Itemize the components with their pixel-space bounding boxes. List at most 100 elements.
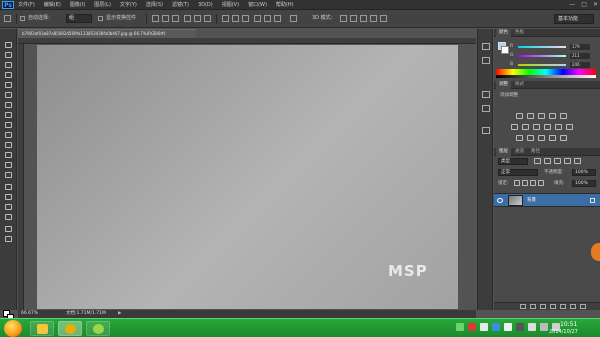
gradient-tool[interactable] — [4, 151, 13, 159]
layer-style-icon[interactable] — [530, 304, 536, 309]
move-tool-icon[interactable] — [4, 15, 11, 22]
vibrance-icon[interactable] — [560, 113, 567, 119]
blend-mode-dropdown[interactable]: 正常 — [498, 169, 538, 176]
align-bottom-icon[interactable] — [172, 15, 179, 22]
distribute-bottom-icon[interactable] — [242, 15, 249, 22]
distribute-right-icon[interactable] — [274, 15, 281, 22]
roll-3d-icon[interactable] — [350, 15, 357, 22]
type-tool[interactable] — [4, 193, 13, 201]
drag-3d-icon[interactable] — [360, 15, 367, 22]
black-white-icon[interactable] — [533, 124, 540, 130]
align-middle-icon[interactable] — [162, 15, 169, 22]
menu-filter[interactable]: 滤镜(T) — [172, 0, 189, 10]
workspace-switcher[interactable]: 基本功能 — [554, 14, 594, 24]
align-right-icon[interactable] — [204, 15, 211, 22]
tray-monitor-icon[interactable] — [540, 323, 548, 331]
slider-blue[interactable]: B 246 — [510, 62, 590, 68]
slider-track[interactable] — [518, 64, 566, 66]
invert-icon[interactable] — [516, 135, 523, 141]
add-mask-icon[interactable] — [540, 304, 546, 309]
lock-pixels-icon[interactable] — [522, 180, 528, 186]
color-lookup-icon[interactable] — [566, 124, 573, 130]
brush-tool[interactable] — [4, 111, 13, 119]
path-select-tool[interactable] — [4, 203, 13, 211]
history-panel-icon[interactable] — [482, 43, 490, 50]
clock-time[interactable]: 10:51 — [560, 321, 577, 328]
tab-color[interactable]: 颜色 — [496, 29, 511, 37]
menu-help[interactable]: 帮助(H) — [276, 0, 294, 10]
blur-tool[interactable] — [4, 161, 13, 169]
menu-3d[interactable]: 3D(D) — [198, 0, 213, 10]
document-tab[interactable]: b7903af03a87e85082d569fa113853436fa0b467… — [18, 29, 196, 38]
tab-styles[interactable]: 样式 — [512, 81, 527, 89]
tray-network-icon[interactable] — [480, 323, 488, 331]
dodge-tool[interactable] — [4, 171, 13, 179]
character-panel-icon[interactable] — [482, 91, 490, 98]
brush-panel-icon[interactable] — [482, 127, 490, 134]
gradient-map-icon[interactable] — [549, 135, 556, 141]
slide-3d-icon[interactable] — [370, 15, 377, 22]
align-top-icon[interactable] — [152, 15, 159, 22]
clone-stamp-tool[interactable] — [4, 121, 13, 129]
curves-icon[interactable] — [538, 113, 545, 119]
selective-color-icon[interactable] — [560, 135, 567, 141]
exposure-icon[interactable] — [549, 113, 556, 119]
distribute-center-icon[interactable] — [264, 15, 271, 22]
slider-value[interactable]: 179 — [570, 44, 590, 50]
distribute-middle-icon[interactable] — [232, 15, 239, 22]
close-button[interactable]: ✕ — [593, 0, 598, 10]
lasso-tool[interactable] — [4, 61, 13, 69]
menu-view[interactable]: 视图(V) — [222, 0, 239, 10]
filter-type-icon[interactable] — [554, 158, 561, 164]
scale-3d-icon[interactable] — [380, 15, 387, 22]
taskbar-app-photoshop[interactable] — [86, 321, 110, 336]
tab-layers[interactable]: 图层 — [496, 148, 511, 156]
start-button[interactable] — [4, 320, 22, 337]
lock-all-icon[interactable] — [538, 180, 544, 186]
tray-flag-icon[interactable] — [528, 323, 536, 331]
new-adjustment-icon[interactable] — [550, 304, 556, 309]
menu-type[interactable]: 文字(Y) — [120, 0, 137, 10]
hand-tool[interactable] — [4, 225, 13, 233]
slider-track[interactable] — [518, 46, 566, 48]
tray-security-icon[interactable] — [468, 323, 476, 331]
layer-filter-dropdown[interactable]: 类型 — [498, 158, 528, 165]
status-menu-arrow-icon[interactable]: ▶ — [118, 310, 121, 318]
photo-filter-icon[interactable] — [544, 124, 551, 130]
layer-name[interactable]: 背景 — [527, 197, 536, 204]
slider-track[interactable] — [518, 55, 566, 57]
align-left-icon[interactable] — [184, 15, 191, 22]
visibility-eye-icon[interactable] — [497, 198, 503, 203]
delete-layer-icon[interactable] — [580, 304, 586, 309]
brightness-contrast-icon[interactable] — [516, 113, 523, 119]
auto-select-checkbox[interactable] — [20, 16, 25, 21]
floating-assistant-icon[interactable] — [591, 243, 600, 261]
show-transform-checkbox[interactable] — [98, 16, 103, 21]
taskbar-app-browser[interactable] — [58, 321, 82, 336]
auto-select-dropdown[interactable]: 组 — [66, 14, 92, 23]
zoom-level[interactable]: 66.67% — [21, 310, 38, 318]
levels-icon[interactable] — [527, 113, 534, 119]
menu-layer[interactable]: 图层(L) — [94, 0, 111, 10]
new-group-icon[interactable] — [560, 304, 566, 309]
marquee-tool[interactable] — [4, 51, 13, 59]
zoom-tool[interactable] — [4, 235, 13, 243]
crop-tool[interactable] — [4, 81, 13, 89]
channel-mixer-icon[interactable] — [555, 124, 562, 130]
link-layers-icon[interactable] — [520, 304, 526, 309]
tray-battery-icon[interactable] — [516, 323, 524, 331]
menu-image[interactable]: 图像(I) — [70, 0, 85, 10]
distribute-left-icon[interactable] — [254, 15, 261, 22]
tab-swatches[interactable]: 色板 — [512, 29, 527, 37]
lock-position-icon[interactable] — [530, 180, 536, 186]
tray-volume-icon[interactable] — [504, 323, 512, 331]
shape-tool[interactable] — [4, 213, 13, 221]
grayscale-ramp[interactable] — [496, 75, 596, 78]
color-background-swatch[interactable] — [501, 46, 509, 54]
filter-adjustment-icon[interactable] — [544, 158, 551, 164]
opacity-input[interactable]: 100% — [572, 169, 596, 176]
tab-channels[interactable]: 通道 — [512, 148, 527, 156]
tab-paths[interactable]: 路径 — [528, 148, 543, 156]
menu-select[interactable]: 选择(S) — [146, 0, 163, 10]
lock-transparent-icon[interactable] — [514, 180, 520, 186]
